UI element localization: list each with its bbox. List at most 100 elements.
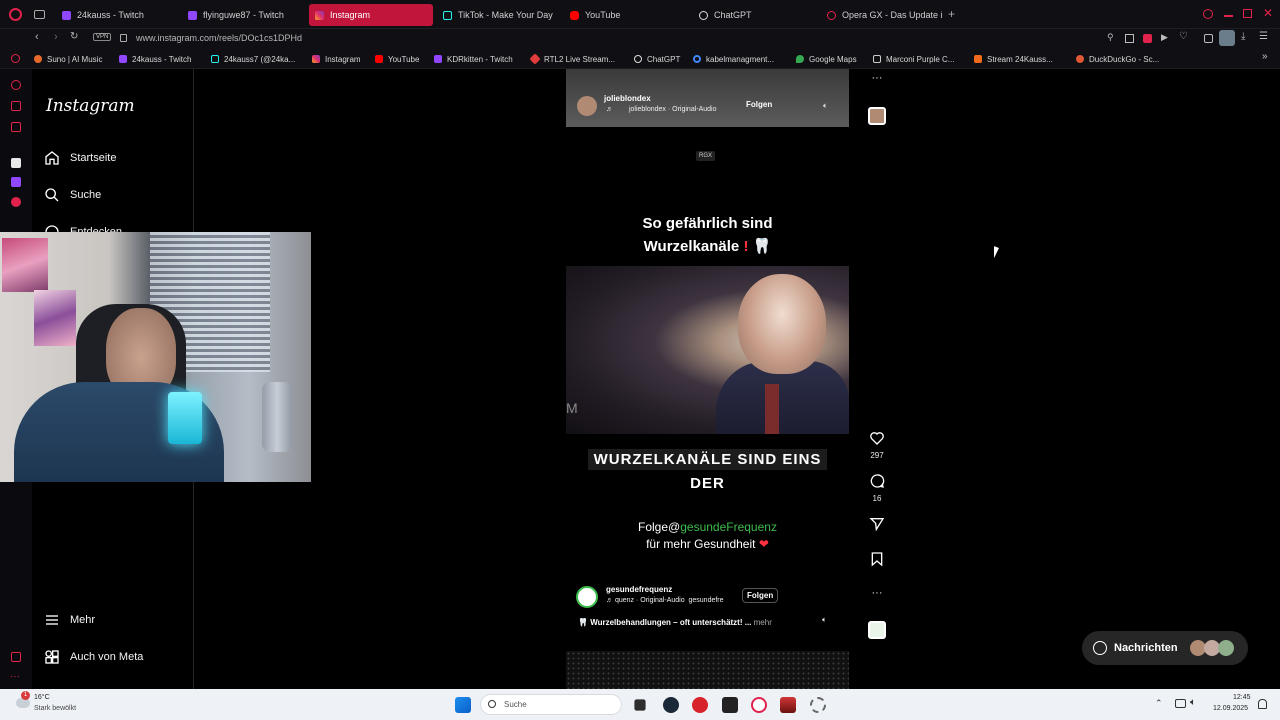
notification-icon[interactable]	[1258, 699, 1267, 709]
next-reel-preview[interactable]	[566, 651, 849, 689]
save-button[interactable]	[866, 551, 888, 569]
follow-handle[interactable]: gesundeFrequenz	[680, 520, 777, 534]
adblock-icon[interactable]	[1143, 34, 1152, 43]
previous-reel-audio-thumb[interactable]	[868, 107, 886, 125]
play-icon[interactable]: ▶	[1161, 32, 1168, 43]
search-tabs-icon[interactable]	[1203, 9, 1213, 19]
bookmark-chatgpt[interactable]: ChatGPT	[634, 53, 680, 65]
tab-opera-gx[interactable]: Opera GX - Das Update i	[821, 4, 943, 26]
bookmark-google-maps[interactable]: Google Maps	[796, 53, 857, 65]
network-icon[interactable]	[1175, 699, 1186, 708]
settings-gear-icon[interactable]	[810, 697, 826, 713]
opera-gx-taskbar-icon[interactable]	[751, 697, 767, 713]
previous-reel-more-icon[interactable]: ···	[866, 72, 888, 84]
previous-reel-preview[interactable]: jolieblondex ♬ jolieblondex · Original-A…	[566, 69, 849, 127]
tab-youtube[interactable]: YouTube	[564, 4, 689, 26]
pin-icon[interactable]: ⚲	[1107, 32, 1114, 43]
weather-temp: 16°C	[34, 694, 50, 701]
tab-label: TikTok - Make Your Day	[458, 10, 553, 20]
nav-also-from-meta[interactable]: Auch von Meta	[44, 649, 143, 665]
twitch-icon[interactable]	[11, 177, 21, 187]
reel-more-icon[interactable]: ···	[866, 587, 888, 599]
caption-more-link[interactable]: mehr	[754, 618, 772, 627]
taskbar-search[interactable]: Suche	[480, 694, 622, 715]
bookmark-24kauss7[interactable]: 24kauss7 (@24ka...	[211, 53, 295, 65]
restore-icon[interactable]	[1243, 9, 1252, 18]
reel-audio[interactable]: ♬ quenz · Original-Audio gesundefre	[606, 597, 724, 604]
profile-avatar[interactable]	[1219, 30, 1235, 46]
extensions-icon[interactable]	[1204, 34, 1213, 43]
menu-icon[interactable]: ☰	[1259, 31, 1268, 42]
new-tab-button[interactable]: +	[948, 7, 955, 21]
reel-avatar[interactable]	[576, 586, 598, 608]
bookmark-suno[interactable]: Suno | AI Music	[34, 53, 102, 65]
bookmark-rtl2[interactable]: RTL2 Live Stream...	[529, 53, 615, 65]
nav-home[interactable]: Startseite	[44, 150, 116, 166]
bookmark-marconi[interactable]: Marconi Purple C...	[873, 53, 954, 65]
taskbar-time[interactable]: 12:45	[1233, 694, 1251, 701]
previous-reel-audio[interactable]: ♬ jolieblondex · Original-Audio	[606, 106, 717, 113]
streaming-app-icon[interactable]	[780, 697, 796, 713]
nav-search[interactable]: Suche	[44, 187, 101, 203]
red-app-icon[interactable]	[692, 697, 708, 713]
minimize-icon[interactable]	[1224, 15, 1233, 17]
snapshot-icon[interactable]	[1125, 34, 1134, 43]
previous-reel-avatar[interactable]	[577, 96, 597, 116]
bookmark-kabelmanagment[interactable]: kabelmanagment...	[693, 53, 774, 65]
opera-logo-icon[interactable]	[9, 8, 22, 21]
reel-audio-thumb[interactable]	[868, 621, 886, 639]
reel-caption[interactable]: 🦷 Wurzelbehandlungen – oft unterschätzt!…	[578, 618, 772, 627]
more-bookmarks-icon[interactable]: »	[1262, 51, 1268, 62]
instagram-logo[interactable]: Instagram	[46, 96, 135, 116]
file-explorer-icon[interactable]	[634, 699, 646, 711]
gx-control-icon[interactable]	[11, 101, 21, 111]
bookmark-instagram[interactable]: Instagram	[312, 53, 361, 65]
reel-follow-button[interactable]: Folgen	[742, 588, 779, 603]
tab-instagram[interactable]: Instagram	[309, 4, 433, 26]
messages-button[interactable]: Nachrichten	[1082, 631, 1248, 665]
vpn-badge[interactable]: VPN	[93, 33, 112, 41]
mute-icon[interactable]: 🔈︎	[823, 101, 828, 111]
windows-start-icon[interactable]	[455, 697, 471, 713]
bookmark-youtube[interactable]: YouTube	[375, 53, 419, 65]
gx-corner-icon[interactable]	[11, 122, 21, 132]
steam-icon[interactable]	[663, 697, 679, 713]
tab-tiktok[interactable]: TikTok - Make Your Day	[437, 4, 562, 26]
download-icon[interactable]: ⤓	[1241, 31, 1245, 42]
tab-chatgpt[interactable]: ChatGPT	[693, 4, 818, 26]
reel-video-frame[interactable]: M	[566, 266, 849, 434]
bookmark-sidebar-icon[interactable]	[11, 54, 20, 63]
weather-widget[interactable]: 1 16°C Stark bewölkt	[12, 691, 102, 716]
like-button[interactable]	[866, 430, 888, 448]
share-button[interactable]	[866, 516, 888, 534]
volume-icon[interactable]: 🔈︎	[1190, 697, 1196, 708]
bookmark-kdrkitten[interactable]: KDRkitten - Twitch	[434, 53, 513, 65]
tab-flyinguwe-twitch[interactable]: flyinguwe87 - Twitch	[182, 4, 307, 26]
epic-games-icon[interactable]	[722, 697, 738, 713]
previous-reel-follow-button[interactable]: Folgen	[746, 100, 772, 109]
taskbar-date[interactable]: 12.09.2025	[1213, 705, 1248, 712]
comment-button[interactable]	[866, 473, 888, 491]
gx-store-icon[interactable]	[11, 652, 21, 662]
close-icon[interactable]: ✕	[1263, 6, 1273, 20]
tab-24kauss-twitch[interactable]: 24kauss - Twitch	[56, 4, 181, 26]
url-field[interactable]: www.instagram.com/reels/DOc1cs1DPHd	[136, 33, 302, 43]
bookmark-duckduckgo[interactable]: DuckDuckGo - Sc...	[1076, 53, 1159, 65]
reel-mute-icon[interactable]: 🔈︎	[822, 615, 827, 625]
reload-icon[interactable]: ↻	[70, 31, 78, 42]
heart-icon[interactable]: ♡	[1179, 31, 1188, 42]
back-icon[interactable]: ‹	[35, 31, 39, 43]
reel-player[interactable]: jolieblondex ♬ jolieblondex · Original-A…	[566, 69, 849, 689]
previous-reel-username[interactable]: jolieblondex	[604, 94, 651, 103]
reel-username[interactable]: gesundefrequenz	[606, 585, 672, 594]
bookmark-24kauss-twitch[interactable]: 24kauss - Twitch	[119, 53, 191, 65]
forward-icon[interactable]: ›	[54, 31, 58, 43]
tab-manager-icon[interactable]	[34, 10, 45, 19]
bookmark-stream-24kauss[interactable]: Stream 24Kauss...	[974, 53, 1053, 65]
aria-icon[interactable]	[11, 80, 21, 90]
nav-more[interactable]: Mehr	[44, 612, 95, 628]
tray-overflow-icon[interactable]: ⌃	[1155, 698, 1163, 709]
music-icon[interactable]	[11, 197, 21, 207]
gx-sidebar-icon[interactable]	[11, 158, 21, 168]
rail-more-icon[interactable]: ···	[10, 671, 20, 682]
